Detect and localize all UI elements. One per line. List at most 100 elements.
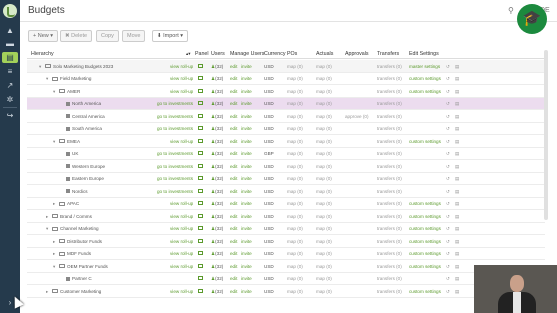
- history-icon[interactable]: ↺: [446, 226, 450, 232]
- users-count[interactable]: ♟(32): [211, 89, 223, 95]
- invite-link[interactable]: invite: [241, 239, 252, 244]
- notes-icon[interactable]: ▤: [455, 176, 459, 182]
- actuals-map-link[interactable]: map (0): [316, 264, 332, 269]
- users-count[interactable]: ♟(32): [211, 151, 223, 157]
- notes-icon[interactable]: ▤: [455, 151, 459, 157]
- export-icon[interactable]: ↪: [5, 111, 15, 120]
- transfers-link[interactable]: transfers (0): [377, 251, 402, 256]
- pos-map-link[interactable]: map (0): [287, 226, 303, 231]
- edit-link[interactable]: edit: [230, 239, 237, 244]
- panel-icon[interactable]: [198, 288, 203, 294]
- transfers-link[interactable]: transfers (0): [377, 64, 402, 69]
- col-panel[interactable]: Panel: [195, 51, 209, 57]
- expand-toggle[interactable]: ▸: [46, 214, 48, 220]
- actuals-map-link[interactable]: map (0): [316, 289, 332, 294]
- pos-map-link[interactable]: map (0): [287, 151, 303, 156]
- panel-icon[interactable]: [198, 113, 203, 119]
- panel-icon[interactable]: [198, 276, 203, 281]
- actuals-map-link[interactable]: map (0): [316, 89, 332, 94]
- edit-link[interactable]: edit: [230, 126, 237, 131]
- notes-icon[interactable]: ▤: [455, 189, 459, 195]
- notes-icon[interactable]: ▤: [455, 64, 459, 70]
- table-row[interactable]: ▾ EMEA view roll-up ♟(32) edit invite USD map (…: [27, 135, 545, 148]
- settings-link[interactable]: custom settings: [409, 214, 441, 219]
- table-row[interactable]: ▾ AMER view roll-up ♟(32) edit invite USD map (…: [27, 85, 545, 98]
- row-name[interactable]: Nordics: [66, 189, 88, 194]
- actuals-map-link[interactable]: map (0): [316, 126, 332, 131]
- col-currency[interactable]: Currency: [264, 51, 286, 57]
- history-icon[interactable]: ↺: [446, 126, 450, 132]
- actuals-map-link[interactable]: map (0): [316, 214, 332, 219]
- history-icon[interactable]: ↺: [446, 214, 450, 220]
- settings-link[interactable]: custom settings: [409, 239, 441, 244]
- actuals-map-link[interactable]: map (0): [316, 101, 332, 106]
- history-icon[interactable]: ↺: [446, 176, 450, 182]
- pos-map-link[interactable]: map (0): [287, 201, 303, 206]
- notes-icon[interactable]: ▤: [455, 264, 459, 270]
- notes-icon[interactable]: ▤: [455, 126, 459, 132]
- users-count[interactable]: ♟(32): [211, 214, 223, 220]
- invite-link[interactable]: invite: [241, 214, 252, 219]
- notes-icon[interactable]: ▤: [455, 101, 459, 107]
- pos-map-link[interactable]: map (0): [287, 239, 303, 244]
- history-icon[interactable]: ↺: [446, 189, 450, 195]
- edit-link[interactable]: edit: [230, 251, 237, 256]
- row-name[interactable]: Field Marketing: [52, 76, 91, 81]
- expand-toggle[interactable]: ▸: [53, 239, 55, 245]
- col-transfers[interactable]: Transfers: [377, 51, 399, 57]
- expand-toggle[interactable]: ▾: [53, 264, 55, 270]
- history-icon[interactable]: ↺: [446, 289, 450, 295]
- history-icon[interactable]: ↺: [446, 151, 450, 157]
- transfers-link[interactable]: transfers (0): [377, 289, 402, 294]
- edit-link[interactable]: edit: [230, 189, 237, 194]
- notes-icon[interactable]: ▤: [455, 89, 459, 95]
- table-row[interactable]: Western Europe go to investments ♟(32) edit…: [27, 160, 545, 173]
- row-link[interactable]: view roll-up: [170, 214, 193, 219]
- actuals-map-link[interactable]: map (0): [316, 76, 332, 81]
- table-row[interactable]: North America go to investments ♟(32) edit i…: [27, 97, 545, 110]
- invite-link[interactable]: invite: [241, 289, 252, 294]
- actuals-map-link[interactable]: map (0): [316, 164, 332, 169]
- panel-icon[interactable]: [198, 226, 203, 231]
- edit-link[interactable]: edit: [230, 214, 237, 219]
- transfers-link[interactable]: transfers (0): [377, 276, 402, 281]
- row-name[interactable]: UK: [66, 151, 78, 156]
- pos-map-link[interactable]: map (0): [287, 164, 303, 169]
- settings-link[interactable]: master settings: [409, 64, 440, 69]
- row-name[interactable]: Western Europe: [66, 164, 105, 169]
- actuals-map-link[interactable]: map (0): [316, 276, 332, 281]
- row-link[interactable]: go to investments: [157, 126, 193, 131]
- row-name[interactable]: South America: [66, 126, 102, 131]
- folder-icon[interactable]: ▬: [5, 39, 15, 48]
- invite-link[interactable]: invite: [241, 126, 252, 131]
- search-icon[interactable]: ⚲: [508, 6, 514, 15]
- history-icon[interactable]: ↺: [446, 264, 450, 270]
- history-icon[interactable]: ↺: [446, 239, 450, 245]
- col-edit-settings[interactable]: Edit Settings: [409, 51, 439, 57]
- col-actuals[interactable]: Actuals: [316, 51, 333, 57]
- history-icon[interactable]: ↺: [446, 251, 450, 257]
- copy-button[interactable]: Copy: [96, 30, 119, 42]
- notes-icon[interactable]: ▤: [455, 289, 459, 295]
- actuals-map-link[interactable]: map (0): [316, 64, 332, 69]
- edit-link[interactable]: edit: [230, 64, 237, 69]
- row-name[interactable]: Eastern Europe: [66, 176, 104, 181]
- invite-link[interactable]: invite: [241, 101, 252, 106]
- users-count[interactable]: ♟(32): [211, 139, 223, 145]
- invite-link[interactable]: invite: [241, 164, 252, 169]
- transfers-link[interactable]: transfers (0): [377, 114, 402, 119]
- pos-map-link[interactable]: map (0): [287, 114, 303, 119]
- sort-icon[interactable]: ▴▾: [186, 51, 191, 57]
- row-name[interactable]: Solo Marketing Budgets 2023: [45, 64, 113, 69]
- invite-link[interactable]: invite: [241, 89, 252, 94]
- col-hierarchy[interactable]: Hierarchy: [31, 51, 54, 57]
- users-count[interactable]: ♟(32): [211, 64, 223, 70]
- pos-map-link[interactable]: map (0): [287, 64, 303, 69]
- row-name[interactable]: APAC: [59, 201, 79, 206]
- pos-map-link[interactable]: map (0): [287, 289, 303, 294]
- users-count[interactable]: ♟(32): [211, 164, 223, 170]
- table-row[interactable]: ▾ Channel Marketing view roll-up ♟(32) edit i…: [27, 223, 545, 235]
- pos-map-link[interactable]: map (0): [287, 126, 303, 131]
- actuals-map-link[interactable]: map (0): [316, 251, 332, 256]
- invite-link[interactable]: invite: [241, 201, 252, 206]
